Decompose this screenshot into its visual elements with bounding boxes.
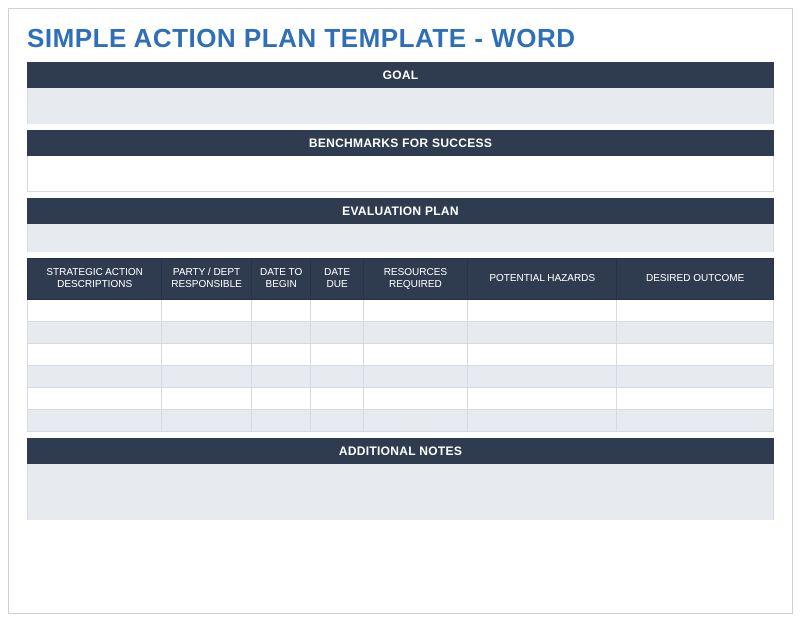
cell-begin[interactable] xyxy=(251,410,311,432)
cell-due[interactable] xyxy=(311,366,363,388)
table-row xyxy=(28,366,774,388)
cell-party[interactable] xyxy=(162,322,252,344)
cell-resources[interactable] xyxy=(363,322,467,344)
cell-desc[interactable] xyxy=(28,344,162,366)
cell-hazards[interactable] xyxy=(468,300,617,322)
cell-party[interactable] xyxy=(162,366,252,388)
cell-party[interactable] xyxy=(162,300,252,322)
cell-due[interactable] xyxy=(311,388,363,410)
cell-due[interactable] xyxy=(311,344,363,366)
table-header-row: STRATEGIC ACTION DESCRIPTIONS PARTY / DE… xyxy=(28,259,774,300)
document-title: SIMPLE ACTION PLAN TEMPLATE - WORD xyxy=(27,23,774,54)
cell-party[interactable] xyxy=(162,344,252,366)
cell-hazards[interactable] xyxy=(468,322,617,344)
benchmarks-body[interactable] xyxy=(27,156,774,192)
th-begin: DATE TO BEGIN xyxy=(251,259,311,300)
cell-outcome[interactable] xyxy=(617,366,774,388)
notes-header: ADDITIONAL NOTES xyxy=(27,438,774,464)
cell-hazards[interactable] xyxy=(468,388,617,410)
cell-resources[interactable] xyxy=(363,344,467,366)
cell-desc[interactable] xyxy=(28,300,162,322)
evaluation-body[interactable] xyxy=(27,224,774,252)
th-resources: RESOURCES REQUIRED xyxy=(363,259,467,300)
cell-begin[interactable] xyxy=(251,322,311,344)
cell-outcome[interactable] xyxy=(617,344,774,366)
cell-outcome[interactable] xyxy=(617,410,774,432)
table-row xyxy=(28,322,774,344)
th-hazards: POTENTIAL HAZARDS xyxy=(468,259,617,300)
document-page: SIMPLE ACTION PLAN TEMPLATE - WORD GOAL … xyxy=(8,8,793,614)
table-row xyxy=(28,388,774,410)
cell-desc[interactable] xyxy=(28,388,162,410)
cell-desc[interactable] xyxy=(28,410,162,432)
evaluation-header: EVALUATION PLAN xyxy=(27,198,774,224)
cell-resources[interactable] xyxy=(363,366,467,388)
cell-begin[interactable] xyxy=(251,300,311,322)
table-row xyxy=(28,410,774,432)
cell-resources[interactable] xyxy=(363,300,467,322)
th-outcome: DESIRED OUTCOME xyxy=(617,259,774,300)
th-party: PARTY / DEPT RESPONSIBLE xyxy=(162,259,252,300)
cell-hazards[interactable] xyxy=(468,410,617,432)
cell-due[interactable] xyxy=(311,322,363,344)
cell-begin[interactable] xyxy=(251,344,311,366)
cell-party[interactable] xyxy=(162,410,252,432)
cell-outcome[interactable] xyxy=(617,322,774,344)
cell-desc[interactable] xyxy=(28,322,162,344)
benchmarks-header: BENCHMARKS FOR SUCCESS xyxy=(27,130,774,156)
th-desc: STRATEGIC ACTION DESCRIPTIONS xyxy=(28,259,162,300)
cell-due[interactable] xyxy=(311,410,363,432)
cell-hazards[interactable] xyxy=(468,344,617,366)
notes-body[interactable] xyxy=(27,464,774,520)
cell-resources[interactable] xyxy=(363,388,467,410)
table-row xyxy=(28,300,774,322)
goal-header: GOAL xyxy=(27,62,774,88)
table-row xyxy=(28,344,774,366)
cell-hazards[interactable] xyxy=(468,366,617,388)
cell-begin[interactable] xyxy=(251,388,311,410)
th-due: DATE DUE xyxy=(311,259,363,300)
cell-party[interactable] xyxy=(162,388,252,410)
goal-body[interactable] xyxy=(27,88,774,124)
cell-outcome[interactable] xyxy=(617,388,774,410)
cell-outcome[interactable] xyxy=(617,300,774,322)
cell-begin[interactable] xyxy=(251,366,311,388)
cell-due[interactable] xyxy=(311,300,363,322)
action-table: STRATEGIC ACTION DESCRIPTIONS PARTY / DE… xyxy=(27,258,774,432)
cell-desc[interactable] xyxy=(28,366,162,388)
cell-resources[interactable] xyxy=(363,410,467,432)
